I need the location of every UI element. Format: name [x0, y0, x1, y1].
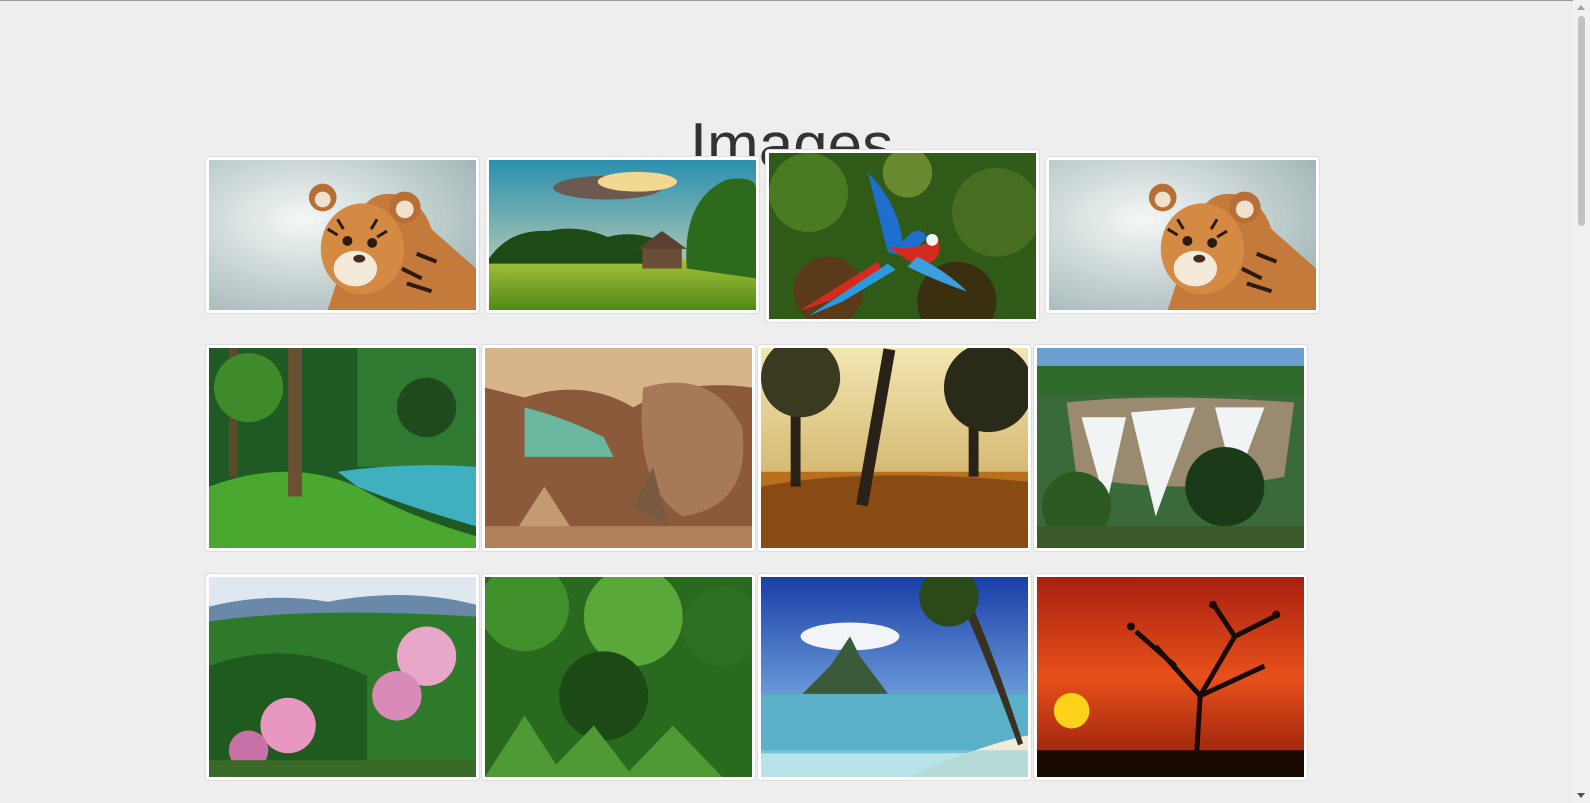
gallery-image-tropical-beach[interactable]	[757, 573, 1032, 781]
gallery-image-autumn-woods[interactable]	[757, 344, 1032, 552]
mountain-flowers-image	[209, 577, 476, 777]
sunset-tree-birds-image	[1037, 577, 1304, 777]
gallery-image-meadow-cabin[interactable]	[485, 156, 760, 314]
tropical-beach-image	[761, 577, 1028, 777]
scroll-up-icon[interactable]	[1577, 5, 1585, 10]
gallery-image-macaw-parrot[interactable]	[765, 149, 1040, 323]
gallery-image-sunset-tree-birds[interactable]	[1033, 573, 1308, 781]
gallery-image-waterfall[interactable]	[1033, 344, 1308, 552]
gallery-image-jungle[interactable]	[481, 573, 756, 781]
waterfall-image	[1037, 348, 1304, 548]
scrollbar-thumb[interactable]	[1578, 16, 1585, 226]
gallery-image-tiger-cub[interactable]	[1045, 156, 1320, 314]
gallery-image-mountain-flowers[interactable]	[205, 573, 480, 781]
gallery-image-cave-stalactites[interactable]	[481, 344, 756, 552]
window-top-border	[0, 0, 1590, 1]
scroll-down-icon[interactable]	[1577, 793, 1585, 798]
jungle-image	[485, 577, 752, 777]
macaw-parrot-image	[769, 153, 1036, 319]
meadow-cabin-image	[489, 160, 756, 310]
tiger-cub-image	[1049, 160, 1316, 310]
forest-river-image	[209, 348, 476, 548]
autumn-woods-image	[761, 348, 1028, 548]
gallery-image-tiger-cub[interactable]	[205, 156, 480, 314]
gallery-image-forest-river[interactable]	[205, 344, 480, 552]
vertical-scrollbar[interactable]	[1573, 0, 1590, 803]
tiger-cub-image	[209, 160, 476, 310]
cave-stalactites-image	[485, 348, 752, 548]
